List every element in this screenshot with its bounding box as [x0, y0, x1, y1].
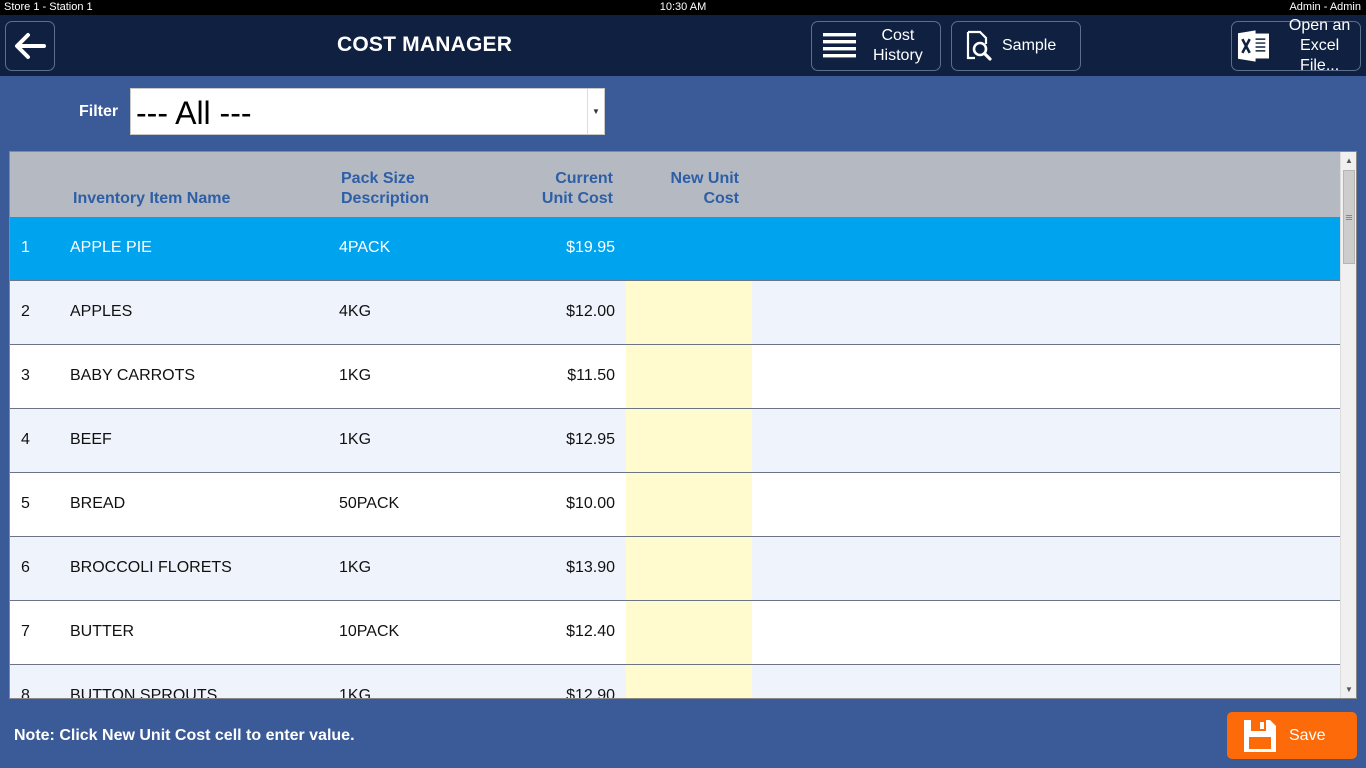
item-name: BROCCOLI FLORETS	[70, 559, 232, 576]
sample-label: Sample	[1002, 37, 1057, 54]
excel-icon	[1237, 30, 1269, 62]
new-unit-cost-cell[interactable]	[626, 601, 752, 664]
current-unit-cost: $12.90	[566, 687, 615, 699]
document-search-icon	[966, 30, 992, 61]
scroll-up-icon[interactable]: ▲	[1341, 152, 1356, 169]
table-row[interactable]: 3 BABY CARROTS 1KG $11.50	[10, 345, 1340, 409]
pack-size: 4PACK	[339, 239, 391, 256]
pack-size: 1KG	[339, 559, 372, 576]
row-number: 5	[21, 495, 30, 512]
new-unit-cost-cell[interactable]	[626, 409, 752, 472]
table-row[interactable]: 4 BEEF 1KG $12.95	[10, 409, 1340, 473]
new-unit-cost-cell[interactable]	[626, 473, 752, 536]
current-unit-cost: $12.40	[566, 623, 615, 640]
grip-icon	[1346, 214, 1352, 220]
current-unit-cost: $11.50	[567, 367, 615, 384]
table-row[interactable]: 6 BROCCOLI FLORETS 1KG $13.90	[10, 537, 1340, 601]
row-number: 3	[21, 367, 30, 384]
header-pack-size-description[interactable]: Pack Size Description	[341, 169, 429, 209]
current-unit-cost: $13.90	[566, 559, 615, 576]
header-bar: COST MANAGER Cost History Sample Open an…	[0, 15, 1366, 76]
table-row[interactable]: 7 BUTTER 10PACK $12.40	[10, 601, 1340, 665]
open-excel-label: Open an Excel File...	[1288, 17, 1351, 74]
item-name: BUTTON SPROUTS	[70, 687, 218, 699]
item-name: BEEF	[70, 431, 112, 448]
item-name: BREAD	[70, 495, 126, 512]
instruction-note: Note: Click New Unit Cost cell to enter …	[14, 727, 355, 744]
cost-history-button[interactable]: Cost History	[811, 21, 941, 71]
header-current-unit-cost[interactable]: Current Unit Cost	[542, 169, 613, 209]
grid-rows: 1 APPLE PIE 4PACK $19.95 2 APPLES 4KG $1…	[10, 217, 1340, 699]
scroll-down-icon[interactable]: ▼	[1341, 681, 1356, 698]
row-number: 8	[21, 687, 30, 699]
row-number: 7	[21, 623, 30, 640]
floppy-disk-icon	[1244, 719, 1276, 752]
cost-history-label: Cost History	[873, 27, 923, 64]
header-inventory-item-name[interactable]: Inventory Item Name	[73, 189, 230, 209]
item-name: APPLES	[70, 303, 133, 320]
filter-label: Filter	[79, 103, 119, 120]
new-unit-cost-cell[interactable]	[626, 217, 752, 280]
item-name: APPLE PIE	[70, 239, 152, 256]
current-unit-cost: $12.00	[566, 303, 615, 320]
item-name: BUTTER	[70, 623, 134, 640]
sample-button[interactable]: Sample	[951, 21, 1081, 71]
filter-dropdown[interactable]: --- All --- ▼	[130, 88, 605, 135]
list-icon	[823, 33, 856, 58]
page-title: COST MANAGER	[337, 33, 513, 56]
user-label: Admin - Admin	[1289, 1, 1361, 13]
grid-header: Inventory Item Name Pack Size Descriptio…	[10, 152, 1340, 217]
table-row[interactable]: 8 BUTTON SPROUTS 1KG $12.90	[10, 665, 1340, 699]
save-button[interactable]: Save	[1227, 712, 1357, 759]
current-unit-cost: $12.95	[566, 431, 615, 448]
table-row[interactable]: 5 BREAD 50PACK $10.00	[10, 473, 1340, 537]
pack-size: 50PACK	[339, 495, 400, 512]
dropdown-arrow-icon[interactable]: ▼	[587, 89, 604, 134]
pack-size: 1KG	[339, 431, 372, 448]
new-unit-cost-cell[interactable]	[626, 281, 752, 344]
back-arrow-icon	[15, 33, 46, 59]
pack-size: 1KG	[339, 687, 372, 699]
filter-value: --- All ---	[136, 95, 252, 131]
pack-size: 10PACK	[339, 623, 400, 640]
row-number: 4	[21, 431, 30, 448]
table-row[interactable]: 2 APPLES 4KG $12.00	[10, 281, 1340, 345]
open-excel-button[interactable]: Open an Excel File...	[1231, 17, 1361, 74]
vertical-scrollbar[interactable]: ▲ ▼	[1340, 152, 1356, 698]
save-label: Save	[1289, 726, 1326, 744]
clock: 10:30 AM	[659, 1, 707, 13]
pack-size: 4KG	[339, 303, 372, 320]
scroll-thumb[interactable]	[1343, 170, 1355, 264]
table-row[interactable]: 1 APPLE PIE 4PACK $19.95	[10, 217, 1340, 281]
row-number: 2	[21, 303, 30, 320]
new-unit-cost-cell[interactable]	[626, 537, 752, 600]
new-unit-cost-cell[interactable]	[626, 665, 752, 698]
item-name: BABY CARROTS	[70, 367, 196, 384]
row-number: 1	[21, 239, 30, 256]
header-new-unit-cost[interactable]: New Unit Cost	[671, 169, 739, 209]
pack-size: 1KG	[339, 367, 372, 384]
status-bar: Store 1 - Station 1 10:30 AM Admin - Adm…	[0, 0, 1366, 15]
current-unit-cost: $10.00	[566, 495, 615, 512]
row-number: 6	[21, 559, 30, 576]
cost-grid: Inventory Item Name Pack Size Descriptio…	[9, 151, 1357, 699]
new-unit-cost-cell[interactable]	[626, 345, 752, 408]
back-button[interactable]	[5, 21, 55, 71]
current-unit-cost: $19.95	[566, 239, 615, 256]
